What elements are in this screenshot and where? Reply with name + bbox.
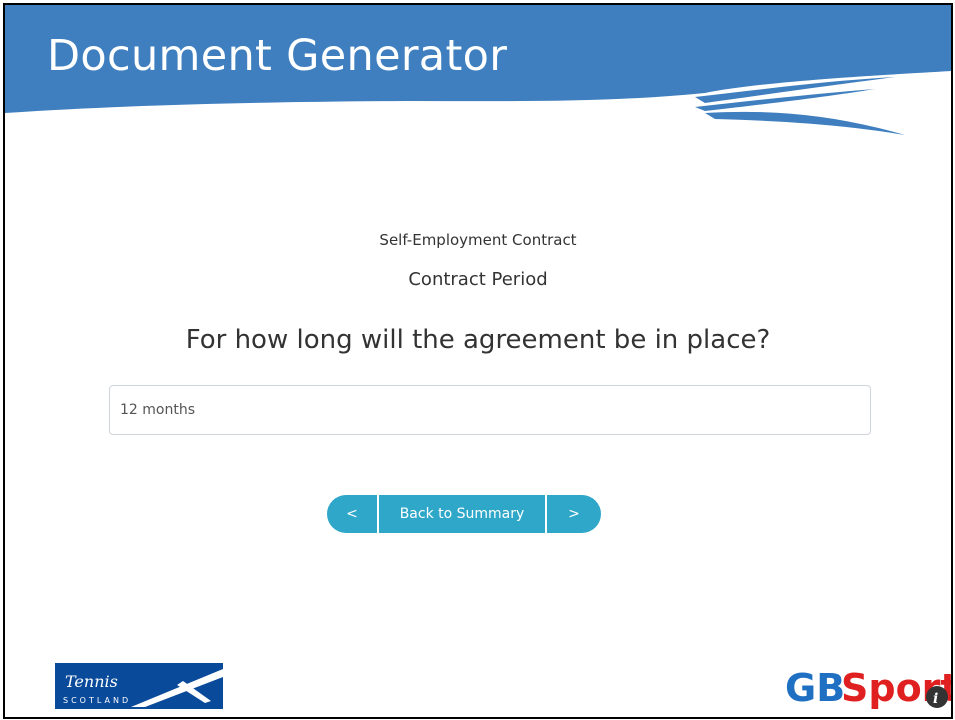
back-to-summary-button[interactable]: Back to Summary [379, 495, 545, 533]
answer-input[interactable] [109, 385, 871, 435]
navigation-buttons: < Back to Summary > [327, 495, 601, 533]
svg-text:i: i [933, 691, 938, 707]
tennis-scotland-logo: Tennis SCOTLAND [55, 663, 223, 709]
question-text: For how long will the agreement be in pl… [185, 325, 771, 355]
previous-button[interactable]: < [327, 495, 377, 533]
slide-frame: Document Generator Self-Employment Contr… [3, 3, 953, 719]
tennis-logo-text: Tennis [65, 672, 118, 691]
section-title: Contract Period [408, 269, 548, 290]
gbsport-logo: GB Sport i [785, 666, 951, 710]
document-type-label: Self-Employment Contract [379, 231, 577, 249]
app-title: Document Generator [47, 31, 508, 81]
next-button[interactable]: > [547, 495, 601, 533]
gb-logo-text: GB [785, 666, 845, 710]
header-banner: Document Generator [5, 5, 951, 145]
scotland-logo-text: SCOTLAND [63, 696, 131, 705]
